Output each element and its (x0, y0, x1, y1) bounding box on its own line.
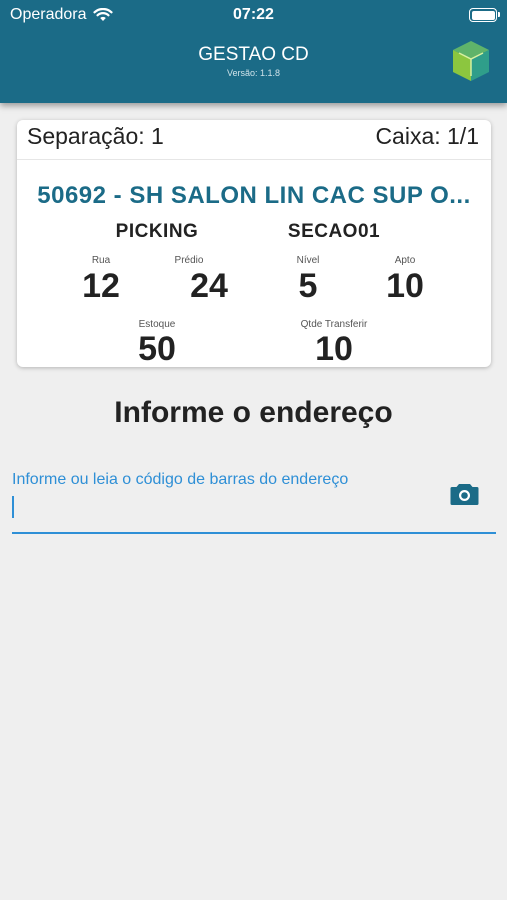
predio-value: 24 (190, 267, 228, 305)
app-version: Versão: 1.1.8 (226, 68, 281, 78)
separacao-label: Separação: 1 (27, 123, 164, 149)
nivel-value: 5 (298, 267, 318, 305)
battery-icon (469, 8, 500, 22)
camera-icon[interactable] (450, 482, 479, 506)
estoque-label: Estoque (138, 319, 176, 330)
estoque-value: 50 (138, 330, 176, 368)
nivel-label: Nível (296, 255, 320, 266)
apto-value: 10 (386, 267, 424, 305)
separation-card: Separação: 1 Caixa: 1/1 50692 - SH SALON… (17, 120, 491, 368)
address-input-underline (12, 532, 496, 534)
address-input-label: Informe ou leia o código de barras do en… (12, 471, 349, 488)
page-heading: Informe o endereço (114, 396, 393, 429)
qtde-label: Qtde Transferir (300, 319, 368, 330)
caixa-label: Caixa: 1/1 (375, 123, 479, 149)
card-header: Separação: 1 Caixa: 1/1 (17, 120, 491, 160)
product-name: 50692 - SH SALON LIN CAC SUP O... (37, 182, 471, 209)
cube-logo-icon (453, 41, 489, 81)
predio-label: Prédio (174, 255, 204, 266)
secao-title: SECAO01 (287, 221, 381, 242)
apto-label: Apto (394, 255, 416, 266)
rua-value: 12 (82, 267, 120, 305)
address-input[interactable] (12, 496, 14, 518)
app-title: GESTAO CD (198, 44, 309, 65)
status-time: 07:22 (233, 6, 274, 23)
rua-label: Rua (91, 255, 111, 266)
app-header: Operadora 07:22 GESTAO CD Versão: 1.1.8 (0, 0, 507, 103)
picking-title: PICKING (115, 221, 199, 242)
status-bar: Operadora 07:22 (0, 0, 507, 30)
qtde-value: 10 (315, 330, 353, 368)
